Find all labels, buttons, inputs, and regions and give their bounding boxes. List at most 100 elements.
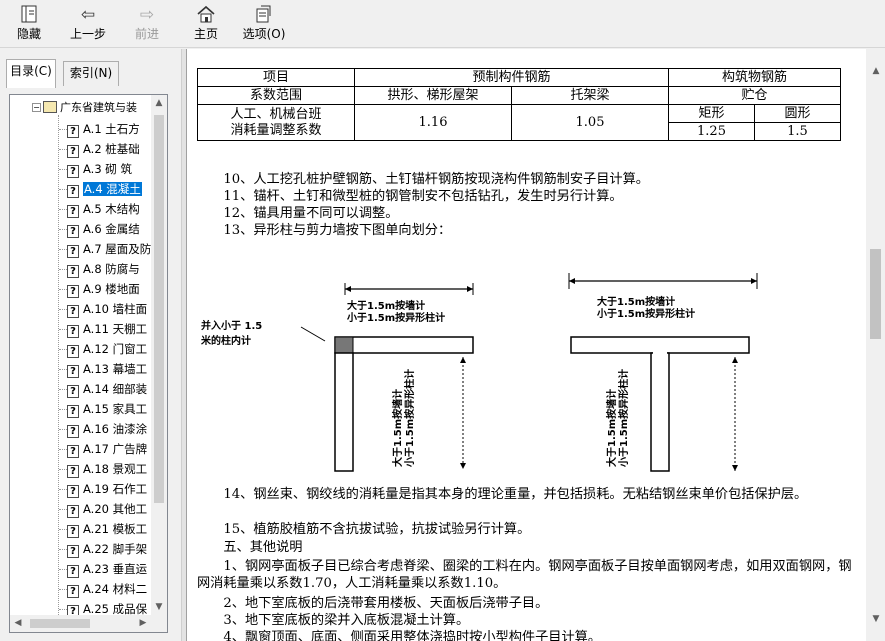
tree-guide-line bbox=[59, 189, 67, 190]
scroll-right-icon[interactable]: ▶ bbox=[135, 615, 151, 631]
scrollbar-corner bbox=[151, 615, 167, 632]
tree-guide-line bbox=[59, 549, 67, 550]
tree-guide-line bbox=[59, 469, 67, 470]
collapse-icon[interactable]: − bbox=[32, 103, 41, 112]
tree-item[interactable]: ? A.1 土石方 bbox=[67, 119, 140, 139]
hide-label: 隐藏 bbox=[16, 27, 41, 41]
tree-item[interactable]: ? A.25 成品保 bbox=[67, 599, 147, 615]
content-scroll-up-icon[interactable]: ▲ bbox=[868, 63, 884, 79]
help-topic-icon: ? bbox=[67, 605, 79, 615]
back-button[interactable]: ⇦ 上一步 bbox=[68, 4, 108, 46]
help-topic-icon: ? bbox=[67, 405, 79, 418]
tree-root-node[interactable]: − 广东省建筑与装 bbox=[32, 99, 137, 117]
content-scroll-thumb[interactable] bbox=[870, 249, 881, 339]
tree-item[interactable]: ? A.4 混凝土 bbox=[67, 179, 142, 199]
tree-item[interactable]: ? A.21 模板工 bbox=[67, 519, 147, 539]
tree-vertical-scrollbar[interactable]: ▲ ▼ bbox=[151, 95, 167, 615]
tree-guide-line bbox=[59, 409, 67, 410]
paragraph: 1、钢网亭面板子目已综合考虑脊梁、圈梁的工料在内。钢网亭面板子目按单面钢网考虑，… bbox=[197, 559, 852, 591]
home-label: 主页 bbox=[193, 27, 218, 41]
help-topic-icon: ? bbox=[67, 365, 79, 378]
tree-item-label: A.20 其他工 bbox=[83, 502, 148, 516]
tree-item-label: A.2 桩基础 bbox=[83, 142, 140, 156]
help-topic-icon: ? bbox=[67, 545, 79, 558]
tree-guide-line bbox=[59, 589, 67, 590]
tree-item[interactable]: ? A.9 楼地面 bbox=[67, 279, 140, 299]
tree-item[interactable]: ? A.6 金属结 bbox=[67, 219, 140, 239]
tree-guide-line bbox=[59, 569, 67, 570]
tree-item-label: A.16 油漆涂 bbox=[83, 422, 148, 436]
tree-item-label: A.23 垂直运 bbox=[83, 562, 148, 576]
tree-item[interactable]: ? A.16 油漆涂 bbox=[67, 419, 147, 439]
table-cell: 1.5 bbox=[754, 122, 841, 141]
tree-item[interactable]: ? A.13 幕墙工 bbox=[67, 359, 147, 379]
help-topic-icon: ? bbox=[67, 145, 79, 158]
tree-item[interactable]: ? A.2 桩基础 bbox=[67, 139, 140, 159]
tree-hscroll-thumb[interactable] bbox=[30, 619, 90, 628]
tree-item[interactable]: ? A.3 砌 筑 bbox=[67, 159, 132, 179]
scroll-up-icon[interactable]: ▲ bbox=[151, 95, 167, 111]
tree-item[interactable]: ? A.22 脚手架 bbox=[67, 539, 147, 559]
tree-horizontal-scrollbar[interactable]: ◀ ▶ bbox=[10, 615, 151, 632]
tree-item[interactable]: ? A.24 材料二 bbox=[67, 579, 147, 599]
tree-item[interactable]: ? A.19 石作工 bbox=[67, 479, 147, 499]
forward-button[interactable]: ⇨ 前进 bbox=[130, 4, 164, 46]
topic-content: 项目 预制构件钢筋 构筑物钢筋 系数范围 拱形、梯形屋架 托架梁 贮仓 人工、机… bbox=[186, 49, 866, 641]
tree-item[interactable]: ? A.15 家具工 bbox=[67, 399, 147, 419]
right-vertical-note-1: 大于1.5m按墙计 bbox=[605, 389, 618, 467]
table-cell: 人工、机械台班 消耗量调整系数 bbox=[197, 104, 355, 141]
paragraph: 13、异形柱与剪力墙按下图单向划分： bbox=[197, 223, 452, 238]
tree-guide-line bbox=[59, 529, 67, 530]
content-scroll-down-icon[interactable]: ▼ bbox=[868, 611, 884, 627]
table-cell: 1.16 bbox=[354, 104, 512, 141]
tab-contents[interactable]: 目录(C) bbox=[6, 59, 56, 88]
scroll-down-icon[interactable]: ▼ bbox=[151, 599, 167, 615]
tree-item[interactable]: ? A.11 天棚工 bbox=[67, 319, 147, 339]
table-cell: 拱形、梯形屋架 bbox=[354, 86, 512, 105]
tree-scroll-thumb[interactable] bbox=[154, 115, 164, 503]
tree-item[interactable]: ? A.23 垂直运 bbox=[67, 559, 147, 579]
tree-item[interactable]: ? A.17 广告牌 bbox=[67, 439, 147, 459]
tree-item-label: A.4 混凝土 bbox=[83, 182, 142, 196]
tree-guide-line bbox=[59, 609, 67, 610]
tab-index[interactable]: 索引(N) bbox=[63, 61, 119, 86]
table-cell: 托架梁 bbox=[511, 86, 669, 105]
tree-item-label: A.8 防腐与 bbox=[83, 262, 140, 276]
tree-item-label: A.14 细部装 bbox=[83, 382, 148, 396]
tree-item[interactable]: ? A.10 墙柱面 bbox=[67, 299, 147, 319]
tree-item[interactable]: ? A.7 屋面及防 bbox=[67, 239, 151, 259]
back-label: 上一步 bbox=[69, 27, 106, 41]
scroll-left-icon[interactable]: ◀ bbox=[10, 615, 26, 631]
table-header-struct: 构筑物钢筋 bbox=[668, 68, 841, 87]
table-cell-line: 人工、机械台班 bbox=[230, 106, 322, 122]
tree-item[interactable]: ? A.20 其他工 bbox=[67, 499, 147, 519]
tree-item-label: A.25 成品保 bbox=[83, 602, 148, 615]
tree-guide-line bbox=[59, 209, 67, 210]
left-top-note-1: 大于1.5m按墙计 bbox=[347, 299, 425, 312]
tree-item-label: A.15 家具工 bbox=[83, 402, 148, 416]
tree-guide-line bbox=[59, 329, 67, 330]
tree-item[interactable]: ? A.14 细部装 bbox=[67, 379, 147, 399]
hide-pane-icon bbox=[10, 4, 48, 26]
tree-item[interactable]: ? A.5 木结构 bbox=[67, 199, 140, 219]
help-topic-icon: ? bbox=[67, 205, 79, 218]
home-button[interactable]: 主页 bbox=[190, 4, 222, 46]
options-button[interactable]: 选项(O) bbox=[240, 4, 288, 46]
tree-view[interactable]: − 广东省建筑与装 ? A.1 土石方? A.2 桩基础? A.3 砌 筑? A.4 混凝… bbox=[10, 95, 151, 615]
tree-guide-line bbox=[59, 369, 67, 370]
tree-item[interactable]: ? A.12 门窗工 bbox=[67, 339, 147, 359]
content-vertical-scrollbar[interactable]: ▲ ▼ bbox=[866, 49, 885, 641]
tree-item-label: A.24 材料二 bbox=[83, 582, 148, 596]
tree-guide-line bbox=[59, 249, 67, 250]
help-topic-icon: ? bbox=[67, 525, 79, 538]
tree-item-label: A.18 景观工 bbox=[83, 462, 148, 476]
tree-item-label: A.11 天棚工 bbox=[83, 322, 148, 336]
help-topic-icon: ? bbox=[67, 265, 79, 278]
tree-root-label: 广东省建筑与装 bbox=[60, 101, 137, 114]
tree-item[interactable]: ? A.18 景观工 bbox=[67, 459, 147, 479]
hide-button[interactable]: 隐藏 bbox=[10, 4, 48, 46]
help-topic-icon: ? bbox=[67, 485, 79, 498]
tree-item[interactable]: ? A.8 防腐与 bbox=[67, 259, 140, 279]
right-top-note-2: 小于1.5m按异形柱计 bbox=[596, 307, 695, 320]
tree-guide-line bbox=[59, 389, 67, 390]
